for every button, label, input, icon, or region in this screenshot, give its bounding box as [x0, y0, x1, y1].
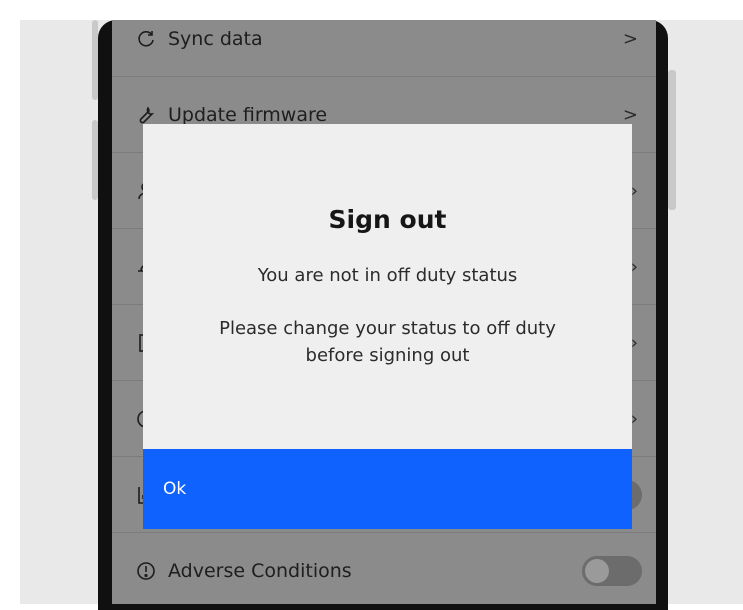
menu-item-label: Sync data [168, 27, 263, 50]
dialog-title: Sign out [328, 205, 447, 234]
menu-item-label: Adverse Conditions [168, 559, 352, 582]
menu-item-sync-data[interactable]: Sync data > [112, 20, 656, 77]
wrench-icon [134, 103, 158, 127]
dialog-message-status: You are not in off duty status [257, 265, 518, 286]
menu-item-adverse-conditions[interactable]: Adverse Conditions [112, 533, 656, 604]
ok-button[interactable]: Ok [143, 449, 632, 529]
chevron-right-icon: > [622, 28, 638, 49]
chevron-right-icon: > [622, 104, 638, 125]
adverse-conditions-toggle[interactable] [582, 555, 642, 586]
sync-icon [134, 27, 158, 51]
toggle-knob [585, 558, 609, 583]
phone-power-button [668, 70, 676, 210]
info-icon [134, 559, 158, 583]
menu-item-label: Update firmware [168, 103, 328, 126]
dialog-message-instruction: Please change your status to off duty be… [219, 318, 556, 366]
